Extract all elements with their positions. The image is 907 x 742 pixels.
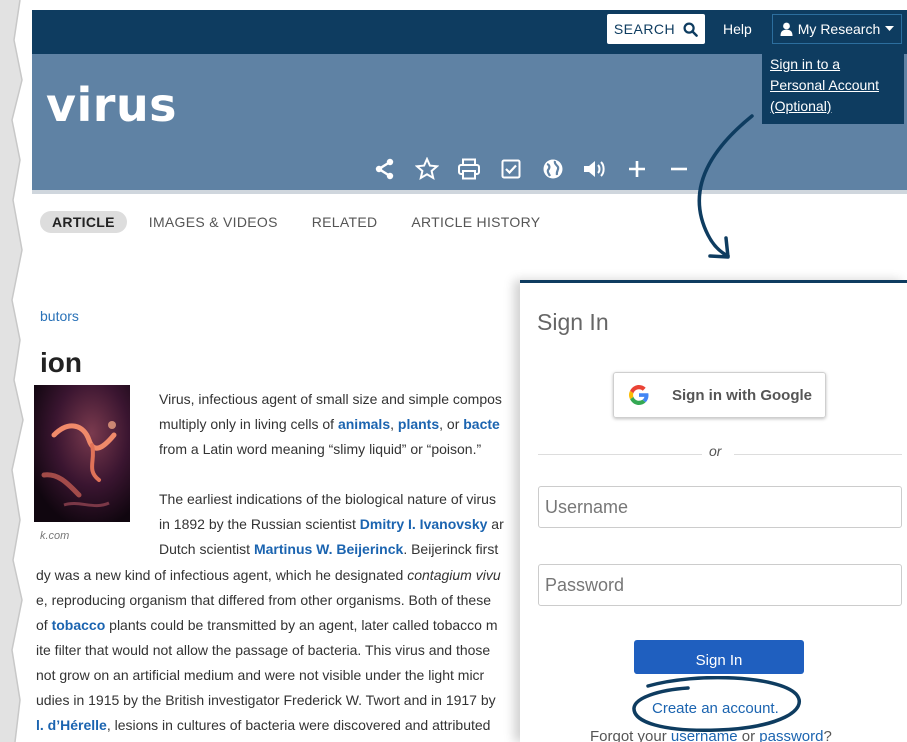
- user-icon: [780, 22, 793, 36]
- text-run: plants could be transmitted by an agent,…: [105, 617, 498, 633]
- annotation-arrow: [697, 114, 754, 259]
- paragraph-line: dy was a new kind of infectious agent, w…: [36, 565, 501, 585]
- annotation-circle: [632, 676, 801, 733]
- article-tabs: ARTICLE IMAGES & VIDEOS RELATED ARTICLE …: [40, 211, 552, 233]
- sign-in-personal-account-link[interactable]: Sign in to a Personal Account (Optional): [770, 54, 895, 117]
- title-banner-divider: [32, 190, 907, 194]
- sign-in-title: Sign In: [537, 309, 609, 335]
- paragraph-line: l. d’Hérelle, lesions in cultures of bac…: [36, 715, 490, 735]
- paragraph-line: in 1892 by the Russian scientist Dmitry …: [159, 514, 504, 534]
- google-sign-in-button[interactable]: Sign in with Google: [613, 372, 826, 418]
- text-run: not grow on an artificial medium and wer…: [36, 667, 485, 683]
- article-toolbar: [364, 153, 700, 185]
- virus-thumbnail-image[interactable]: [34, 385, 130, 522]
- italic-term: contagium vivu: [407, 567, 501, 583]
- text-run: , or: [439, 416, 464, 432]
- username-field[interactable]: [538, 486, 902, 528]
- section-heading: ion: [40, 347, 82, 378]
- text-run: Dutch scientist: [159, 541, 254, 557]
- sign-in-button[interactable]: Sign In: [634, 640, 804, 674]
- tobacco-link[interactable]: tobacco: [52, 617, 106, 633]
- star-icon[interactable]: [406, 153, 448, 185]
- google-sign-in-label: Sign in with Google: [672, 386, 812, 404]
- search-button[interactable]: SEARCH: [607, 14, 705, 44]
- text-run: , lesions in cultures of bacteria were d…: [106, 717, 491, 733]
- ivanovsky-link[interactable]: Dmitry I. Ivanovsky: [360, 516, 488, 532]
- page-title: virus: [46, 78, 178, 132]
- text-run: of: [36, 617, 52, 633]
- tab-images-videos[interactable]: IMAGES & VIDEOS: [137, 211, 290, 233]
- image-caption: k.com: [40, 530, 70, 542]
- my-research-label: My Research: [797, 21, 881, 37]
- sign-in-panel: Sign In Sign in with Google or Sign In C…: [520, 280, 907, 742]
- print-icon[interactable]: [448, 153, 490, 185]
- text-run: ?: [823, 728, 832, 742]
- text-run: ,: [390, 416, 398, 432]
- search-icon: [683, 21, 698, 37]
- checkbox-icon[interactable]: [490, 153, 532, 185]
- text-run: udies in 1915 by the British investigato…: [36, 692, 496, 708]
- paragraph-line: of tobacco plants could be transmitted b…: [36, 615, 498, 635]
- forgot-credentials: Forgot your username or password?: [590, 728, 832, 742]
- animals-link[interactable]: animals: [338, 416, 390, 432]
- text-run: from a Latin word meaning “slimy liquid”…: [159, 441, 482, 457]
- paragraph-line: Dutch scientist Martinus W. Beijerinck. …: [159, 539, 498, 559]
- forgot-username-link[interactable]: username: [671, 728, 738, 742]
- bacteria-link[interactable]: bacte: [463, 416, 500, 432]
- divider-right: [734, 454, 902, 455]
- tab-article-history[interactable]: ARTICLE HISTORY: [399, 211, 552, 233]
- text-run: The earliest indications of the biologic…: [159, 491, 496, 507]
- text-run: ar: [487, 516, 504, 532]
- paragraph-line: not grow on an artificial medium and wer…: [36, 665, 484, 685]
- paragraph-line: udies in 1915 by the British investigato…: [36, 690, 496, 710]
- text-run: ite filter that would not allow the pass…: [36, 642, 491, 658]
- paragraph-line: from a Latin word meaning “slimy liquid”…: [159, 439, 481, 459]
- text-run: multiply only in living cells of: [159, 416, 338, 432]
- plants-link[interactable]: plants: [398, 416, 439, 432]
- paragraph-line: The earliest indications of the biologic…: [159, 489, 496, 509]
- torn-edge-decoration: [0, 0, 24, 742]
- beijerinck-link[interactable]: Martinus W. Beijerinck: [254, 541, 403, 557]
- paragraph-line: multiply only in living cells of animals…: [159, 414, 500, 434]
- text-run: Forgot your: [590, 728, 671, 742]
- speaker-icon[interactable]: [574, 153, 616, 185]
- text-run: dy was a new kind of infectious agent, w…: [36, 567, 408, 583]
- globe-icon[interactable]: [532, 153, 574, 185]
- share-icon[interactable]: [364, 153, 406, 185]
- contributors-link[interactable]: butors: [40, 308, 79, 324]
- text-run: . Beijerinck first: [403, 541, 499, 557]
- text-run: e, reproducing organism that differed fr…: [36, 592, 491, 608]
- text-run: in 1892 by the Russian scientist: [159, 516, 360, 532]
- help-link[interactable]: Help: [723, 21, 752, 37]
- search-label: SEARCH: [613, 21, 676, 37]
- tab-related[interactable]: RELATED: [300, 211, 390, 233]
- google-logo-icon: [629, 385, 649, 405]
- paragraph-line: e, reproducing organism that differed fr…: [36, 590, 491, 610]
- password-field[interactable]: [538, 564, 902, 606]
- divider-left: [538, 454, 702, 455]
- my-research-menu-button[interactable]: My Research: [772, 14, 902, 44]
- text-run: or: [737, 728, 760, 742]
- or-separator: or: [709, 443, 722, 459]
- forgot-password-link[interactable]: password: [759, 728, 823, 742]
- paragraph-line: Virus, infectious agent of small size an…: [159, 389, 502, 409]
- tab-article[interactable]: ARTICLE: [40, 211, 127, 233]
- plus-icon[interactable]: [616, 153, 658, 185]
- paragraph-line: ite filter that would not allow the pass…: [36, 640, 490, 660]
- text-run: Virus, infectious agent of small size an…: [159, 391, 502, 407]
- caret-down-icon: [885, 26, 895, 31]
- my-research-dropdown: Sign in to a Personal Account (Optional): [762, 48, 904, 124]
- dherelle-link[interactable]: l. d’Hérelle: [36, 717, 107, 733]
